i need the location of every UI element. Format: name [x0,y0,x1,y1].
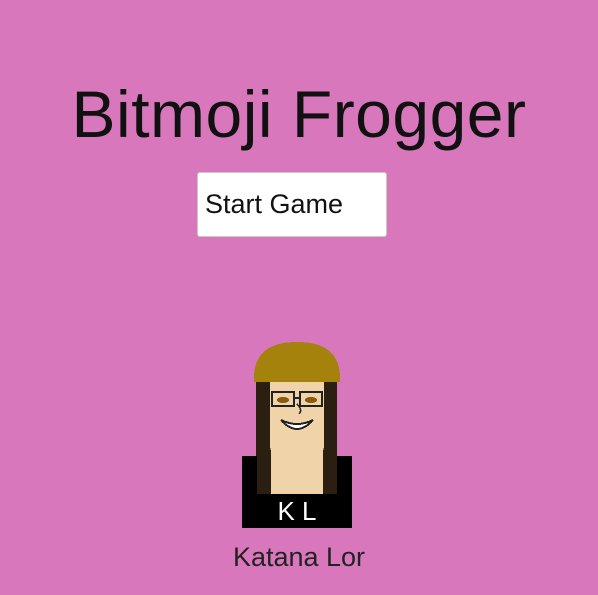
shirt-initials: K L [277,496,316,526]
start-game-button[interactable]: Start Game [197,172,387,237]
game-screen: Bitmoji Frogger Start Game K L Katana Lo… [0,0,598,595]
creator-name: Katana Lor [232,542,366,572]
bitmoji-avatar-icon: K L [241,342,353,530]
game-title: Bitmoji Frogger [71,77,527,151]
